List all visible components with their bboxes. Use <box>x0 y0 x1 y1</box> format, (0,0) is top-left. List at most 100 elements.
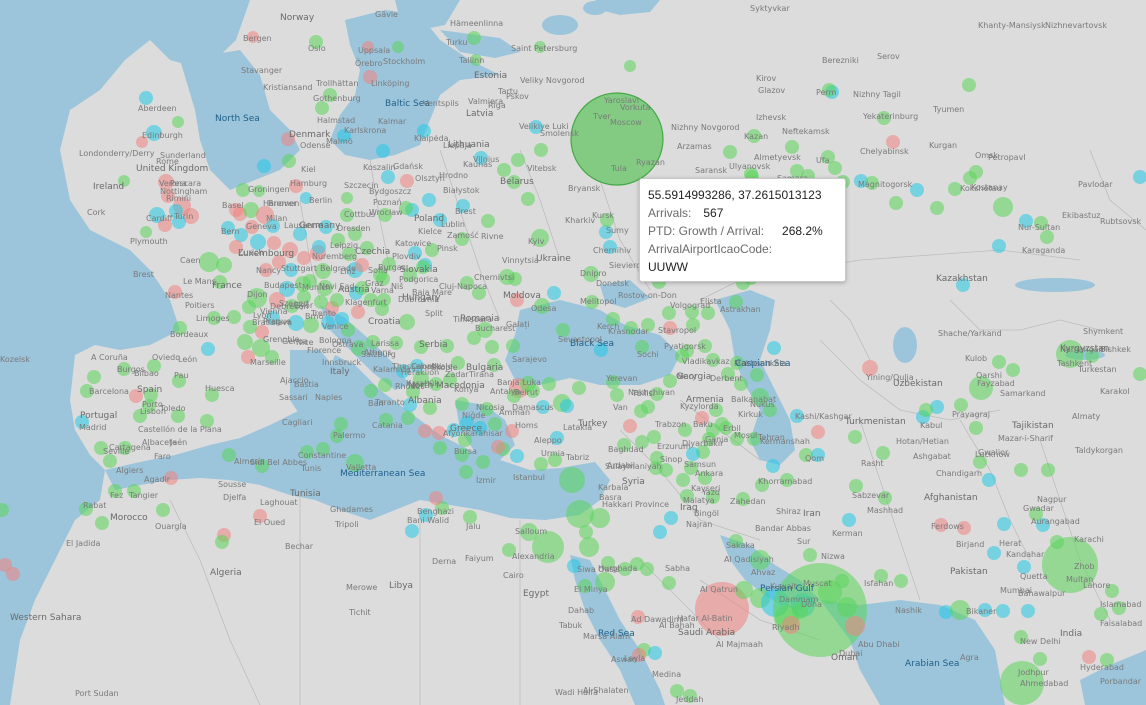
airport-bubble[interactable] <box>459 465 473 479</box>
airport-bubble[interactable] <box>590 508 610 528</box>
airport-bubble[interactable] <box>351 305 365 319</box>
airport-bubble[interactable] <box>297 251 311 265</box>
airport-bubble[interactable] <box>842 513 856 527</box>
airport-bubble[interactable] <box>542 377 556 391</box>
airport-bubble[interactable] <box>579 537 599 557</box>
airport-bubble[interactable] <box>1050 535 1064 549</box>
airport-bubble[interactable] <box>467 31 481 45</box>
airport-bubble[interactable] <box>315 101 329 115</box>
airport-bubble[interactable] <box>982 473 996 487</box>
airport-bubble[interactable] <box>848 430 862 444</box>
airport-bubble[interactable] <box>521 192 535 206</box>
airport-bubble[interactable] <box>547 286 561 300</box>
airport-bubble[interactable] <box>876 446 890 460</box>
airport-bubble[interactable] <box>455 397 469 411</box>
airport-bubble[interactable] <box>330 293 344 307</box>
airport-bubble[interactable] <box>467 331 481 345</box>
airport-bubble[interactable] <box>381 170 395 184</box>
airport-bubble[interactable] <box>572 381 586 395</box>
airport-bubble[interactable] <box>237 334 253 350</box>
airport-bubble[interactable] <box>993 197 1013 217</box>
airport-bubble[interactable] <box>481 214 495 228</box>
airport-bubble[interactable] <box>429 491 443 505</box>
airport-bubble[interactable] <box>766 459 780 473</box>
airport-bubble[interactable] <box>559 467 585 493</box>
airport-bubble[interactable] <box>314 295 328 309</box>
airport-bubble[interactable] <box>1133 170 1146 184</box>
airport-bubble[interactable] <box>95 516 109 530</box>
airport-bubble[interactable] <box>216 257 232 273</box>
airport-bubble[interactable] <box>405 524 419 538</box>
airport-bubble[interactable] <box>215 535 229 549</box>
airport-bubble[interactable] <box>1082 650 1096 664</box>
airport-bubble[interactable] <box>623 419 637 433</box>
airport-bubble[interactable] <box>1133 367 1146 381</box>
airport-bubble[interactable] <box>648 646 662 660</box>
airport-bubble[interactable] <box>418 424 432 438</box>
airport-bubble[interactable] <box>510 449 524 463</box>
airport-bubble[interactable] <box>811 425 825 439</box>
airport-bubble[interactable] <box>723 145 737 159</box>
airport-bubble[interactable] <box>401 411 415 425</box>
airport-bubble[interactable] <box>828 161 842 175</box>
airport-bubble[interactable] <box>497 163 511 177</box>
airport-bubble[interactable] <box>201 342 215 356</box>
airport-bubble[interactable] <box>341 192 353 204</box>
airport-bubble[interactable] <box>534 457 548 471</box>
airport-bubble[interactable] <box>969 165 983 179</box>
airport-bubble[interactable] <box>845 616 865 636</box>
airport-bubble[interactable] <box>534 143 548 157</box>
airport-bubble[interactable] <box>491 440 505 454</box>
airport-bubble[interactable] <box>676 473 690 487</box>
airport-bubble[interactable] <box>664 511 678 525</box>
airport-bubble[interactable] <box>1033 652 1047 666</box>
airport-bubble[interactable] <box>257 159 271 173</box>
airport-bubble[interactable] <box>992 355 1006 369</box>
airport-bubble[interactable] <box>930 201 944 215</box>
airport-bubble[interactable] <box>889 196 903 210</box>
airport-bubble[interactable] <box>399 314 415 330</box>
airport-bubble[interactable] <box>750 368 764 382</box>
airport-bubble[interactable] <box>653 525 667 539</box>
airport-bubble[interactable] <box>662 576 676 590</box>
airport-bubble[interactable] <box>767 341 781 355</box>
airport-bubble[interactable] <box>894 574 908 588</box>
airport-bubble[interactable] <box>997 517 1011 531</box>
airport-bubble[interactable] <box>624 60 636 72</box>
airport-bubble[interactable] <box>969 421 983 435</box>
airport-bubble[interactable] <box>485 340 499 354</box>
airport-bubble[interactable] <box>663 374 677 388</box>
airport-bubble[interactable] <box>392 41 404 53</box>
airport-bubble[interactable] <box>267 236 281 250</box>
airport-bubble[interactable] <box>103 454 117 468</box>
airport-bubble[interactable] <box>511 153 525 167</box>
airport-bubble[interactable] <box>785 140 799 154</box>
airport-bubble[interactable] <box>610 388 624 402</box>
airport-bubble[interactable] <box>634 404 648 418</box>
airport-bubble[interactable] <box>566 500 594 528</box>
airport-bubble[interactable] <box>1006 363 1020 377</box>
airport-bubble[interactable] <box>376 144 390 158</box>
airport-bubble[interactable] <box>560 399 574 413</box>
airport-bubble[interactable] <box>640 562 654 576</box>
airport-bubble[interactable] <box>364 384 378 398</box>
airport-bubble[interactable] <box>919 403 933 417</box>
airport-bubble[interactable] <box>837 597 857 617</box>
airport-bubble[interactable] <box>400 174 414 188</box>
airport-bubble[interactable] <box>422 193 436 207</box>
airport-bubble[interactable] <box>156 503 170 517</box>
airport-bubble[interactable] <box>6 567 20 581</box>
airport-bubble[interactable] <box>1041 463 1055 477</box>
airport-bubble[interactable] <box>996 604 1010 618</box>
airport-bubble[interactable] <box>962 78 976 92</box>
airport-bubble[interactable] <box>506 339 520 353</box>
airport-bubble[interactable] <box>282 154 296 168</box>
airport-bubble[interactable] <box>987 546 1001 560</box>
airport-bubble[interactable] <box>1014 463 1028 477</box>
airport-bubble[interactable] <box>835 574 849 588</box>
airport-bubble[interactable] <box>378 378 392 392</box>
airport-bubble[interactable] <box>87 370 101 384</box>
airport-bubble[interactable] <box>172 116 184 128</box>
airport-bubble[interactable] <box>1021 604 1035 618</box>
airport-bubble[interactable] <box>1040 230 1054 244</box>
